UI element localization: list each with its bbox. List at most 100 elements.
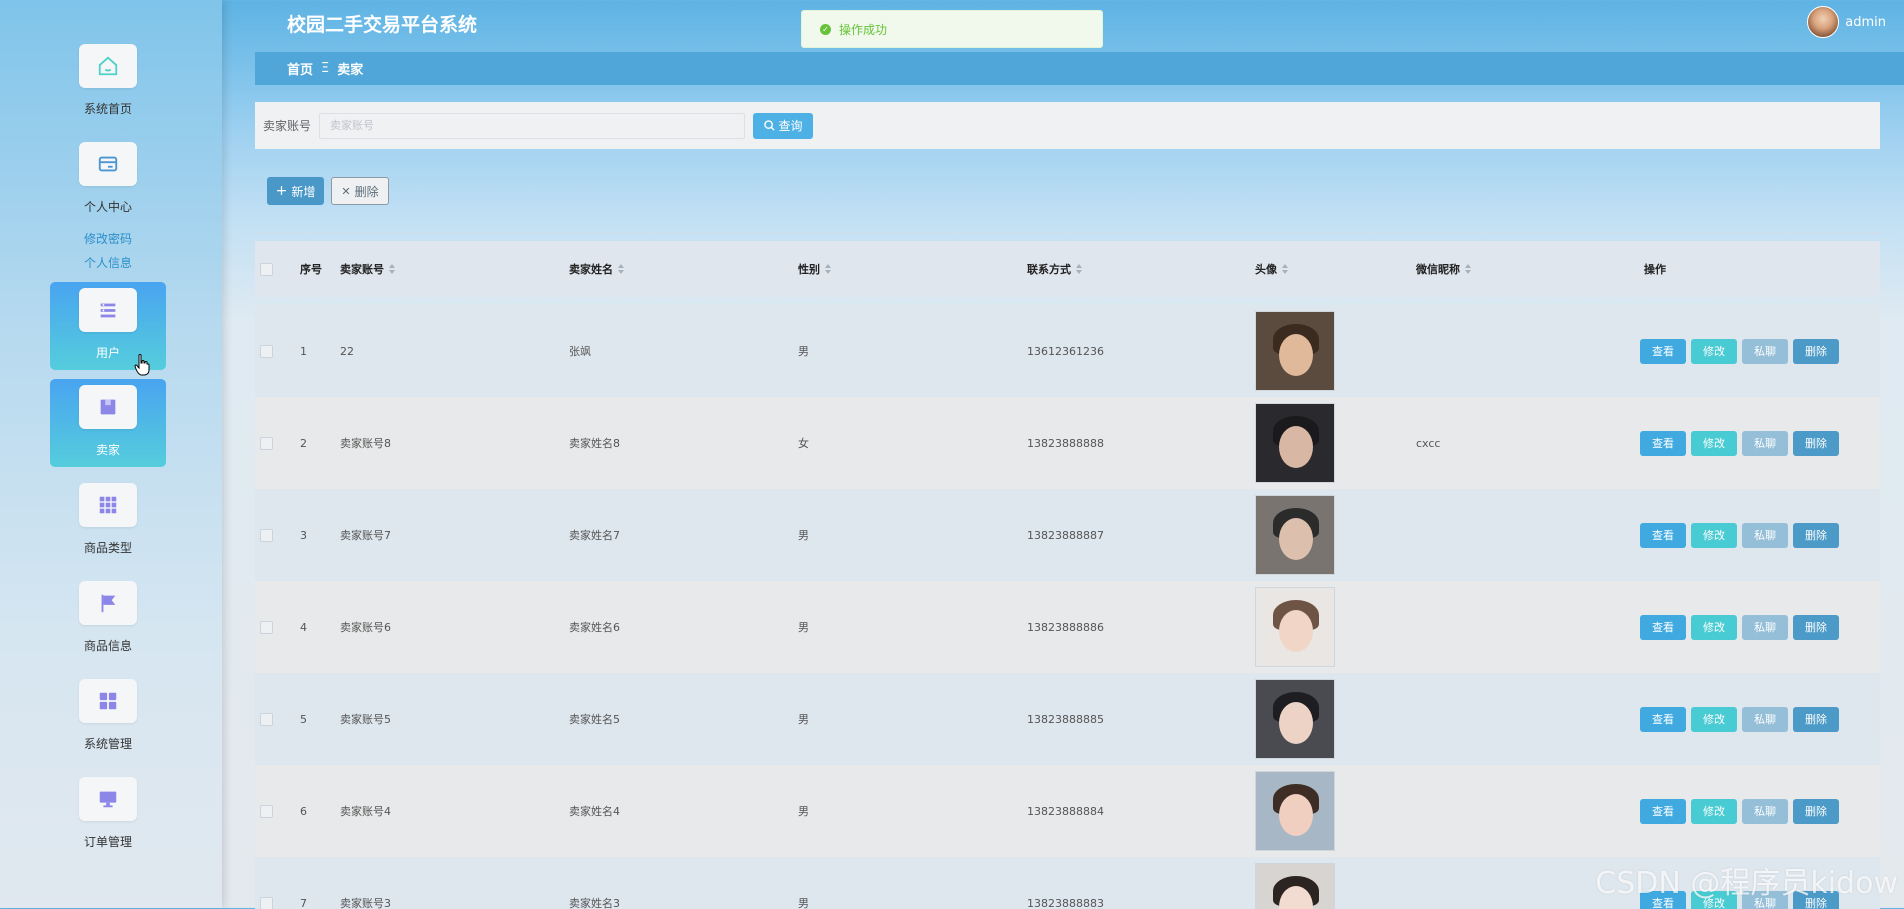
breadcrumb: 首页 Ξ 卖家: [255, 52, 1904, 85]
sidebar-item-product-info[interactable]: 商品信息: [50, 575, 166, 663]
apps-icon: [79, 679, 137, 723]
sidebar-item-seller[interactable]: 卖家: [50, 379, 166, 467]
row-checkbox[interactable]: [260, 529, 273, 542]
row-actions: 查看修改私聊删除: [1640, 339, 1839, 364]
sidebar-sub-personal-info[interactable]: 个人信息: [0, 254, 216, 271]
sidebar-item-profile[interactable]: 个人中心: [50, 136, 166, 224]
add-button-label: 新增: [291, 183, 315, 200]
chat-button[interactable]: 私聊: [1742, 523, 1788, 548]
sidebar-item-system[interactable]: 系统管理: [50, 673, 166, 761]
user-menu[interactable]: admin: [1807, 6, 1886, 38]
sort-icon[interactable]: [1465, 264, 1471, 274]
cell-phone: 13823888884: [1027, 765, 1104, 857]
sort-icon[interactable]: [618, 264, 624, 274]
row-checkbox[interactable]: [260, 621, 273, 634]
sidebar-item-label: 卖家: [50, 441, 166, 458]
seller-table: 序号 卖家账号 卖家姓名 性别 联系方式 头像 微信昵称 操作 122张飒男13…: [255, 232, 1880, 909]
delete-button[interactable]: 删除: [1793, 431, 1839, 456]
view-button[interactable]: 查看: [1640, 615, 1686, 640]
sidebar-item-product-type[interactable]: 商品类型: [50, 477, 166, 565]
batch-delete-label: 删除: [355, 183, 379, 200]
row-actions: 查看修改私聊删除: [1640, 707, 1839, 732]
search-label: 卖家账号: [263, 117, 311, 134]
edit-button[interactable]: 修改: [1691, 431, 1737, 456]
breadcrumb-home[interactable]: 首页: [287, 59, 313, 78]
delete-button[interactable]: 删除: [1793, 707, 1839, 732]
search-input[interactable]: [319, 113, 745, 139]
edit-button[interactable]: 修改: [1691, 339, 1737, 364]
edit-button[interactable]: 修改: [1691, 523, 1737, 548]
delete-button[interactable]: 删除: [1793, 339, 1839, 364]
row-checkbox[interactable]: [260, 345, 273, 358]
seller-avatar-photo[interactable]: [1255, 403, 1335, 483]
edit-button[interactable]: 修改: [1691, 707, 1737, 732]
cell-index: 1: [300, 305, 307, 397]
plus-icon: +: [276, 184, 288, 198]
col-phone-header[interactable]: 联系方式: [1027, 241, 1082, 297]
view-button[interactable]: 查看: [1640, 431, 1686, 456]
cell-name: 卖家姓名4: [569, 765, 620, 857]
sort-icon[interactable]: [389, 264, 395, 274]
cell-name: 卖家姓名7: [569, 489, 620, 581]
seller-avatar-photo[interactable]: [1255, 863, 1335, 909]
sidebar-item-orders[interactable]: 订单管理: [50, 771, 166, 859]
row-checkbox[interactable]: [260, 897, 273, 909]
avatar[interactable]: [1807, 6, 1839, 38]
view-button[interactable]: 查看: [1640, 523, 1686, 548]
watermark: CSDN @程序员kidow: [1595, 858, 1898, 902]
table-row: 122张飒男13612361236查看修改私聊删除: [255, 305, 1880, 397]
sort-icon[interactable]: [1076, 264, 1082, 274]
seller-avatar-photo[interactable]: [1255, 587, 1335, 667]
view-button[interactable]: 查看: [1640, 707, 1686, 732]
chat-button[interactable]: 私聊: [1742, 431, 1788, 456]
check-circle-icon: ✓: [820, 24, 831, 35]
row-checkbox[interactable]: [260, 713, 273, 726]
view-button[interactable]: 查看: [1640, 339, 1686, 364]
delete-button[interactable]: 删除: [1793, 799, 1839, 824]
search-button[interactable]: 查询: [753, 113, 813, 139]
delete-button[interactable]: 删除: [1793, 615, 1839, 640]
add-button[interactable]: + 新增: [267, 177, 324, 205]
cell-name: 卖家姓名3: [569, 857, 620, 909]
select-all-checkbox[interactable]: [260, 263, 273, 276]
batch-delete-button[interactable]: ✕ 删除: [331, 177, 389, 205]
cell-phone: 13823888887: [1027, 489, 1104, 581]
col-actions: 操作: [1644, 241, 1666, 297]
cell-name: 张飒: [569, 305, 591, 397]
chat-button[interactable]: 私聊: [1742, 799, 1788, 824]
sort-icon[interactable]: [825, 264, 831, 274]
col-avatar-header[interactable]: 头像: [1255, 241, 1288, 297]
seller-avatar-photo[interactable]: [1255, 495, 1335, 575]
seller-avatar-photo[interactable]: [1255, 311, 1335, 391]
chat-button[interactable]: 私聊: [1742, 707, 1788, 732]
col-account: 卖家账号: [340, 261, 384, 277]
seller-avatar-photo[interactable]: [1255, 679, 1335, 759]
row-checkbox[interactable]: [260, 805, 273, 818]
sort-icon[interactable]: [1282, 264, 1288, 274]
cell-account: 卖家账号8: [340, 397, 391, 489]
view-button[interactable]: 查看: [1640, 799, 1686, 824]
monitor-icon: [79, 777, 137, 821]
col-gender: 性别: [798, 261, 820, 277]
col-gender-header[interactable]: 性别: [798, 241, 831, 297]
sidebar-item-label: 商品信息: [50, 637, 166, 654]
list-icon: [79, 288, 137, 332]
cell-gender: 男: [798, 581, 809, 673]
chat-button[interactable]: 私聊: [1742, 339, 1788, 364]
col-phone: 联系方式: [1027, 261, 1071, 277]
sidebar-sub-change-password[interactable]: 修改密码: [0, 230, 216, 247]
row-actions: 查看修改私聊删除: [1640, 523, 1839, 548]
cell-index: 7: [300, 857, 307, 909]
row-checkbox[interactable]: [260, 437, 273, 450]
col-wechat-header[interactable]: 微信昵称: [1416, 241, 1471, 297]
col-name-header[interactable]: 卖家姓名: [569, 241, 624, 297]
chat-button[interactable]: 私聊: [1742, 615, 1788, 640]
sidebar-item-home[interactable]: 系统首页: [50, 38, 166, 126]
cell-gender: 男: [798, 673, 809, 765]
seller-avatar-photo[interactable]: [1255, 771, 1335, 851]
delete-button[interactable]: 删除: [1793, 523, 1839, 548]
app-title: 校园二手交易平台系统: [287, 10, 477, 37]
edit-button[interactable]: 修改: [1691, 615, 1737, 640]
col-account-header[interactable]: 卖家账号: [340, 241, 395, 297]
edit-button[interactable]: 修改: [1691, 799, 1737, 824]
